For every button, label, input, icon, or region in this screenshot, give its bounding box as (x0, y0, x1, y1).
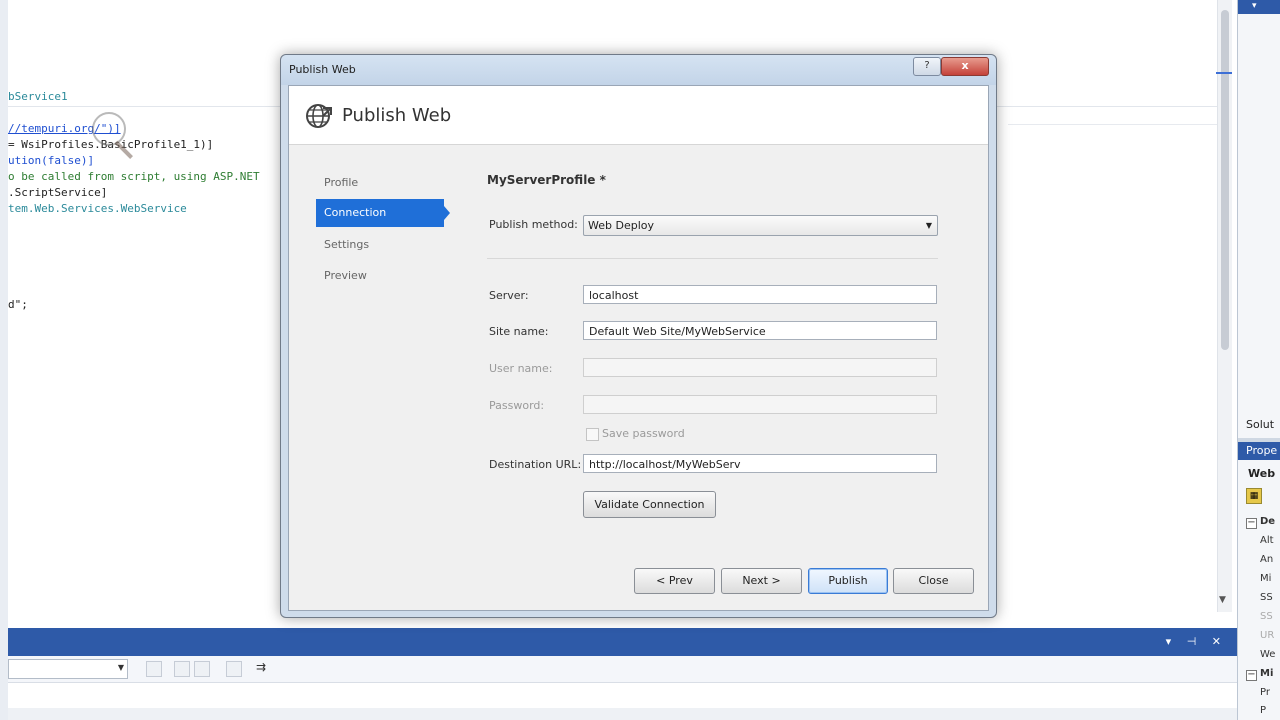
go-to-previous-icon[interactable] (174, 661, 190, 677)
dialog-heading: Publish Web (342, 105, 452, 126)
code-line: d"; (8, 298, 28, 311)
save-password-label: Save password (602, 427, 685, 440)
chevron-down-icon: ▼ (925, 221, 932, 230)
find-message-icon[interactable] (146, 661, 162, 677)
output-panel-header: ▾ ⊣ ✕ (8, 628, 1237, 656)
property-name[interactable]: Alt (1260, 535, 1274, 546)
properties-object-name: Web (1248, 467, 1276, 480)
editor-vertical-scrollbar[interactable] (1216, 0, 1232, 612)
password-label: Password: (489, 399, 545, 412)
scroll-position-marker (1216, 72, 1232, 74)
go-to-next-icon[interactable] (194, 661, 210, 677)
site-name-input[interactable]: Default Web Site/MyWebService (583, 321, 937, 340)
output-horizontal-scrollbar[interactable] (8, 708, 1237, 720)
word-wrap-icon[interactable]: ⇉ (256, 660, 266, 674)
property-name[interactable]: P (1260, 705, 1266, 716)
publish-method-select[interactable]: Web Deploy ▼ (583, 215, 938, 236)
property-name[interactable]: We (1260, 649, 1275, 660)
magnifier-cursor-icon (92, 112, 126, 146)
next-button[interactable]: Next > (721, 568, 802, 594)
server-label: Server: (489, 289, 529, 302)
pin-icon[interactable]: ▾ (1252, 1, 1257, 11)
solution-explorer-header: ▾ (1238, 0, 1280, 14)
user-name-label: User name: (489, 362, 553, 375)
chevron-down-icon: ▼ (117, 663, 124, 672)
property-name[interactable]: SS (1260, 611, 1273, 622)
help-button[interactable]: ? (913, 57, 941, 76)
output-toolbar (8, 656, 1237, 683)
clear-all-icon[interactable] (226, 661, 242, 677)
right-tool-panel: ▾ Solut Prope Web ▦ − De Alt An Mi SS SS… (1237, 0, 1280, 720)
output-panel: ▾ ⊣ ✕ ▼ ⇉ (8, 628, 1237, 720)
password-input[interactable] (583, 395, 937, 414)
property-name[interactable]: Pr (1260, 687, 1270, 698)
property-name[interactable]: An (1260, 554, 1273, 565)
properties-header: Prope (1238, 442, 1280, 460)
nav-item-settings[interactable]: Settings (316, 231, 446, 259)
property-name[interactable]: Mi (1260, 573, 1271, 584)
scrollbar-thumb[interactable] (1221, 10, 1229, 350)
window-close-button[interactable]: x (941, 57, 989, 76)
publish-web-dialog: Publish Web ? x Publish Web Profile Conn… (280, 54, 997, 618)
prev-button[interactable]: < Prev (634, 568, 715, 594)
properties-header-label: Prope (1246, 444, 1278, 457)
property-category: Mi (1260, 668, 1274, 679)
nav-item-connection[interactable]: Connection (316, 199, 444, 227)
panel-window-buttons-icon[interactable]: ▾ ⊣ ✕ (1166, 635, 1227, 648)
editor-divider (1008, 124, 1220, 125)
form-divider (487, 258, 938, 259)
active-nav-pointer (444, 206, 450, 220)
nav-item-profile[interactable]: Profile (316, 169, 446, 197)
code-line: bService1 (8, 90, 68, 103)
code-line: .ScriptService] (8, 186, 108, 199)
profile-name-heading: MyServerProfile * (487, 173, 606, 187)
user-name-input[interactable] (583, 358, 937, 377)
dialog-header: Publish Web (289, 86, 988, 145)
destination-url-label: Destination URL: (489, 458, 582, 471)
code-line: tem.Web.Services.WebService (8, 202, 187, 215)
property-name[interactable]: UR (1260, 630, 1274, 641)
categorized-view-icon[interactable]: ▦ (1246, 488, 1262, 504)
site-name-label: Site name: (489, 325, 549, 338)
code-line: o be called from script, using ASP.NET (8, 170, 260, 183)
destination-url-input[interactable]: http://localhost/MyWebServ (583, 454, 937, 473)
scroll-down-arrow-icon[interactable]: ▼ (1219, 595, 1226, 605)
property-category: De (1260, 516, 1276, 527)
close-button[interactable]: Close (893, 568, 974, 594)
globe-publish-icon (306, 104, 332, 128)
publish-method-label: Publish method: (489, 218, 578, 231)
code-line: ution(false)] (8, 154, 95, 167)
dialog-window-title: Publish Web (289, 63, 356, 76)
dialog-body: Publish Web Profile Connection Settings … (288, 85, 989, 611)
property-name[interactable]: SS (1260, 592, 1273, 603)
publish-button[interactable]: Publish (808, 568, 888, 594)
server-input[interactable]: localhost (583, 285, 937, 304)
output-source-dropdown[interactable]: ▼ (8, 659, 128, 679)
solution-explorer-tab[interactable]: Solut (1246, 418, 1274, 431)
publish-method-value: Web Deploy (588, 219, 654, 232)
dialog-titlebar[interactable]: Publish Web ? x (281, 55, 996, 85)
collapse-icon[interactable]: − (1246, 670, 1257, 681)
nav-item-preview[interactable]: Preview (316, 262, 446, 290)
save-password-checkbox[interactable] (586, 428, 599, 441)
validate-connection-button[interactable]: Validate Connection (583, 491, 716, 518)
collapse-icon[interactable]: − (1246, 518, 1257, 529)
